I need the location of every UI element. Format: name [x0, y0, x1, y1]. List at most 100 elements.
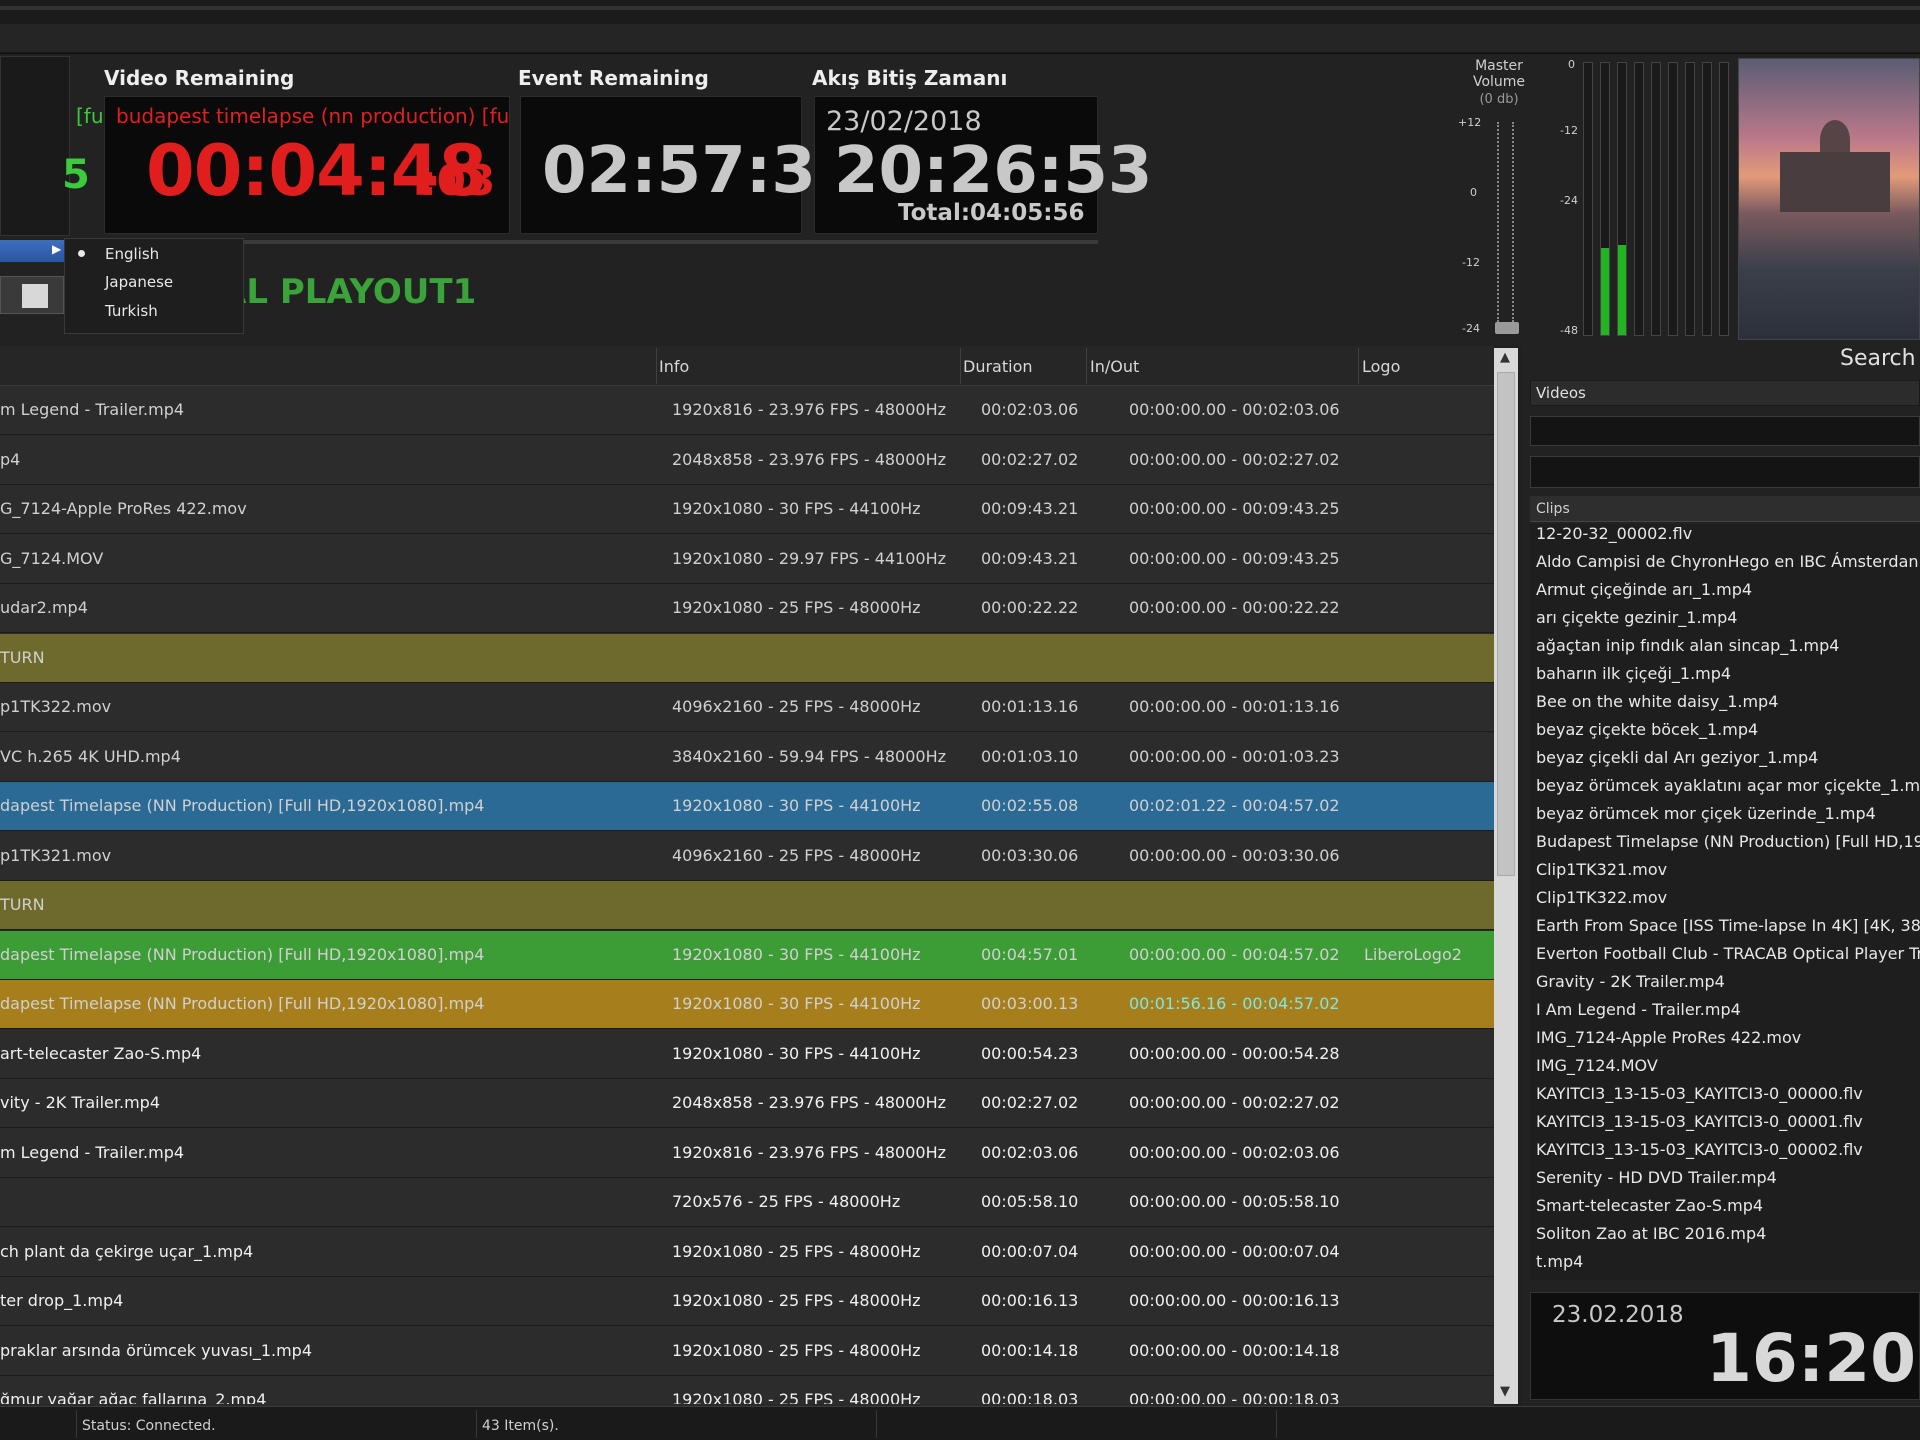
list-item[interactable]: Serenity - HD DVD Trailer.mp4 [1536, 1168, 1777, 1187]
playlist-rows: m Legend - Trailer.mp4 1920x816 - 23.976 … [0, 386, 1494, 1404]
playlist-cell-duration: 00:01:13.16 [981, 697, 1079, 716]
playlist-scrollbar-thumb[interactable] [1497, 372, 1515, 876]
table-row[interactable]: vity - 2K Trailer.mp4 2048x858 - 23.976 F… [0, 1079, 1494, 1128]
list-item[interactable]: I Am Legend - Trailer.mp4 [1536, 1000, 1741, 1019]
list-item[interactable]: Bee on the white daisy_1.mp4 [1536, 692, 1778, 711]
playlist-cell-inout: 00:00:00.00 - 00:02:27.02 [1129, 1093, 1340, 1112]
table-row[interactable]: m Legend - Trailer.mp4 1920x816 - 23.976 … [0, 386, 1494, 435]
list-item[interactable]: KAYITCI3_13-15-03_KAYITCI3-0_00002.flv [1536, 1140, 1863, 1159]
playlist-cell-logo: LiberoLogo2 [1364, 944, 1462, 964]
table-row[interactable]: dapest Timelapse (NN Production) [Full H… [0, 930, 1494, 980]
table-row[interactable]: praklar arsında örümcek yuvası_1.mp4 1920… [0, 1326, 1494, 1376]
list-item[interactable]: Aldo Campisi de ChyronHego en IBC Ámster… [1536, 552, 1920, 571]
playlist-cell-name: G_7124-Apple ProRes 422.mov [0, 499, 247, 518]
playlist-separator-row[interactable]: TURN [0, 633, 1494, 683]
table-row[interactable]: dapest Timelapse (NN Production) [Full H… [0, 980, 1494, 1029]
list-item[interactable]: Smart-telecaster Zao-S.mp4 [1536, 1196, 1763, 1215]
playlist-cell-name: ğmur yağar ağaç fallarına_2.mp4 [0, 1390, 267, 1404]
list-item[interactable]: Clip1TK321.mov [1536, 860, 1667, 879]
playlist-cell-inout: 00:01:56.16 - 00:04:57.02 [1129, 994, 1340, 1013]
table-row[interactable]: ter drop_1.mp4 1920x1080 - 25 FPS - 48000… [0, 1277, 1494, 1326]
table-row[interactable]: m Legend - Trailer.mp4 1920x816 - 23.976 … [0, 1128, 1494, 1178]
selected-radio-icon [78, 250, 85, 257]
scroll-up-icon[interactable]: ▲ [1500, 350, 1510, 365]
submenu-arrow-icon: ▶ [52, 242, 62, 256]
list-item[interactable]: Budapest Timelapse (NN Production) [Full… [1536, 832, 1920, 851]
table-row[interactable]: ğmur yağar ağaç fallarına_2.mp4 1920x1080… [0, 1376, 1494, 1404]
list-item[interactable]: beyaz çiçekte böcek_1.mp4 [1536, 720, 1758, 739]
table-row[interactable]: p4 2048x858 - 23.976 FPS - 48000Hz 00:02:2… [0, 435, 1494, 485]
table-row[interactable]: 720x576 - 25 FPS - 48000Hz 00:05:58.10 00:… [0, 1178, 1494, 1227]
list-item[interactable]: baharın ilk çiçeği_1.mp4 [1536, 664, 1731, 683]
column-header-inout[interactable]: In/Out [1090, 357, 1139, 376]
language-item-english[interactable]: English [105, 245, 159, 263]
volume-slider-track[interactable] [1497, 122, 1500, 322]
video-remaining-frames: :03 [420, 156, 496, 205]
table-row[interactable]: p1TK322.mov 4096x2160 - 25 FPS - 48000Hz 0… [0, 683, 1494, 732]
list-item[interactable]: arı çiçekte gezinir_1.mp4 [1536, 608, 1737, 627]
search-input[interactable] [1530, 456, 1920, 488]
list-item[interactable]: ağaçtan inip fındık alan sincap_1.mp4 [1536, 636, 1839, 655]
table-row[interactable]: G_7124-Apple ProRes 422.mov 1920x1080 - 3… [0, 485, 1494, 534]
list-item[interactable]: 12-20-32_00002.flv [1536, 524, 1692, 543]
list-item[interactable]: beyaz örümcek ayaklatını açar mor çiçekt… [1536, 776, 1920, 795]
column-header-duration[interactable]: Duration [963, 357, 1033, 376]
list-item[interactable]: beyaz örümcek mor çiçek üzerinde_1.mp4 [1536, 804, 1876, 823]
list-item[interactable]: IMG_7124.MOV [1536, 1056, 1658, 1075]
vu-meter-bar [1702, 62, 1712, 336]
playlist-cell-duration: 00:00:14.18 [981, 1340, 1079, 1360]
list-item[interactable]: IMG_7124-Apple ProRes 422.mov [1536, 1028, 1801, 1047]
volume-tick: 0 [1470, 186, 1477, 199]
playlist-grid-header [0, 346, 1494, 386]
playlist-cell-inout: 00:00:00.00 - 00:00:16.13 [1129, 1291, 1340, 1310]
playlist-cell-duration: 00:03:30.06 [981, 845, 1079, 865]
list-item[interactable]: KAYITCI3_13-15-03_KAYITCI3-0_00001.flv [1536, 1112, 1863, 1131]
list-item[interactable]: Clip1TK322.mov [1536, 888, 1667, 907]
channel-name: AL PLAYOUT1 [220, 272, 477, 312]
volume-slider-handle[interactable] [1495, 322, 1519, 334]
language-item-japanese[interactable]: Japanese [105, 273, 173, 291]
vu-tick: -12 [1560, 124, 1578, 137]
playlist-cell-inout: 00:00:00.00 - 00:03:30.06 [1129, 845, 1340, 865]
table-row[interactable]: udar2.mp4 1920x1080 - 25 FPS - 48000Hz 00:… [0, 584, 1494, 633]
table-row[interactable]: G_7124.MOV 1920x1080 - 29.97 FPS - 44100H… [0, 534, 1494, 584]
playlist-cell-duration: 00:09:43.21 [981, 548, 1079, 568]
playlist-cell-duration: 00:01:03.10 [981, 746, 1079, 766]
table-row[interactable]: dapest Timelapse (NN Production) [Full H… [0, 782, 1494, 831]
playlist-separator-row[interactable]: TURN [0, 881, 1494, 930]
playlist-cell-info: 1920x1080 - 30 FPS - 44100Hz [672, 499, 921, 518]
filter-input[interactable] [1530, 416, 1920, 446]
column-header-info[interactable]: Info [659, 357, 689, 376]
list-item[interactable]: Soliton Zao at IBC 2016.mp4 [1536, 1224, 1766, 1243]
list-item[interactable]: Earth From Space [ISS Time-lapse In 4K] … [1536, 916, 1920, 935]
playlist-cell-name: TURN [0, 647, 45, 667]
table-row[interactable]: p1TK321.mov 4096x2160 - 25 FPS - 48000Hz 0… [0, 831, 1494, 881]
playlist-cell-info: 1920x1080 - 30 FPS - 44100Hz [672, 994, 921, 1013]
clips-header[interactable] [1530, 496, 1920, 522]
playlist-cell-name: praklar arsında örümcek yuvası_1.mp4 [0, 1340, 313, 1360]
list-item[interactable]: Armut çiçeğinde arı_1.mp4 [1536, 580, 1752, 599]
left-timer-stub [0, 56, 70, 236]
clock-time: 16:20:5 [1706, 1320, 1920, 1397]
toolbar-strip [0, 24, 1920, 52]
table-row[interactable]: ch plant da çekirge uçar_1.mp4 1920x1080 … [0, 1227, 1494, 1277]
playlist-cell-inout: 00:00:00.00 - 00:00:18.03 [1129, 1390, 1340, 1404]
list-item[interactable]: KAYITCI3_13-15-03_KAYITCI3-0_00000.flv [1536, 1084, 1863, 1103]
table-row[interactable]: art-telecaster Zao-S.mp4 1920x1080 - 30 F… [0, 1029, 1494, 1079]
list-item[interactable]: Everton Football Club - TRACAB Optical P… [1536, 944, 1920, 963]
column-header-logo[interactable]: Logo [1362, 357, 1400, 376]
playlist-cell-name: G_7124.MOV [0, 548, 104, 568]
table-row[interactable]: VC h.265 4K UHD.mp4 3840x2160 - 59.94 FPS… [0, 732, 1494, 782]
list-item[interactable]: Gravity - 2K Trailer.mp4 [1536, 972, 1725, 991]
status-separator [876, 1410, 877, 1438]
videos-selector[interactable] [1530, 380, 1920, 406]
playlist-cell-inout: 00:02:01.22 - 00:04:57.02 [1129, 796, 1340, 815]
scroll-down-icon[interactable]: ▼ [1500, 1384, 1510, 1399]
playlist-cell-inout: 00:00:00.00 - 00:01:13.16 [1129, 697, 1340, 716]
column-separator [656, 348, 657, 384]
list-item[interactable]: t.mp4 [1536, 1252, 1583, 1271]
volume-slider-track-right[interactable] [1512, 122, 1515, 322]
language-item-turkish[interactable]: Turkish [105, 302, 158, 320]
list-item[interactable]: beyaz çiçekli dal Arı geziyor_1.mp4 [1536, 748, 1818, 767]
playlist-cell-inout: 00:00:00.00 - 00:00:14.18 [1129, 1340, 1340, 1360]
